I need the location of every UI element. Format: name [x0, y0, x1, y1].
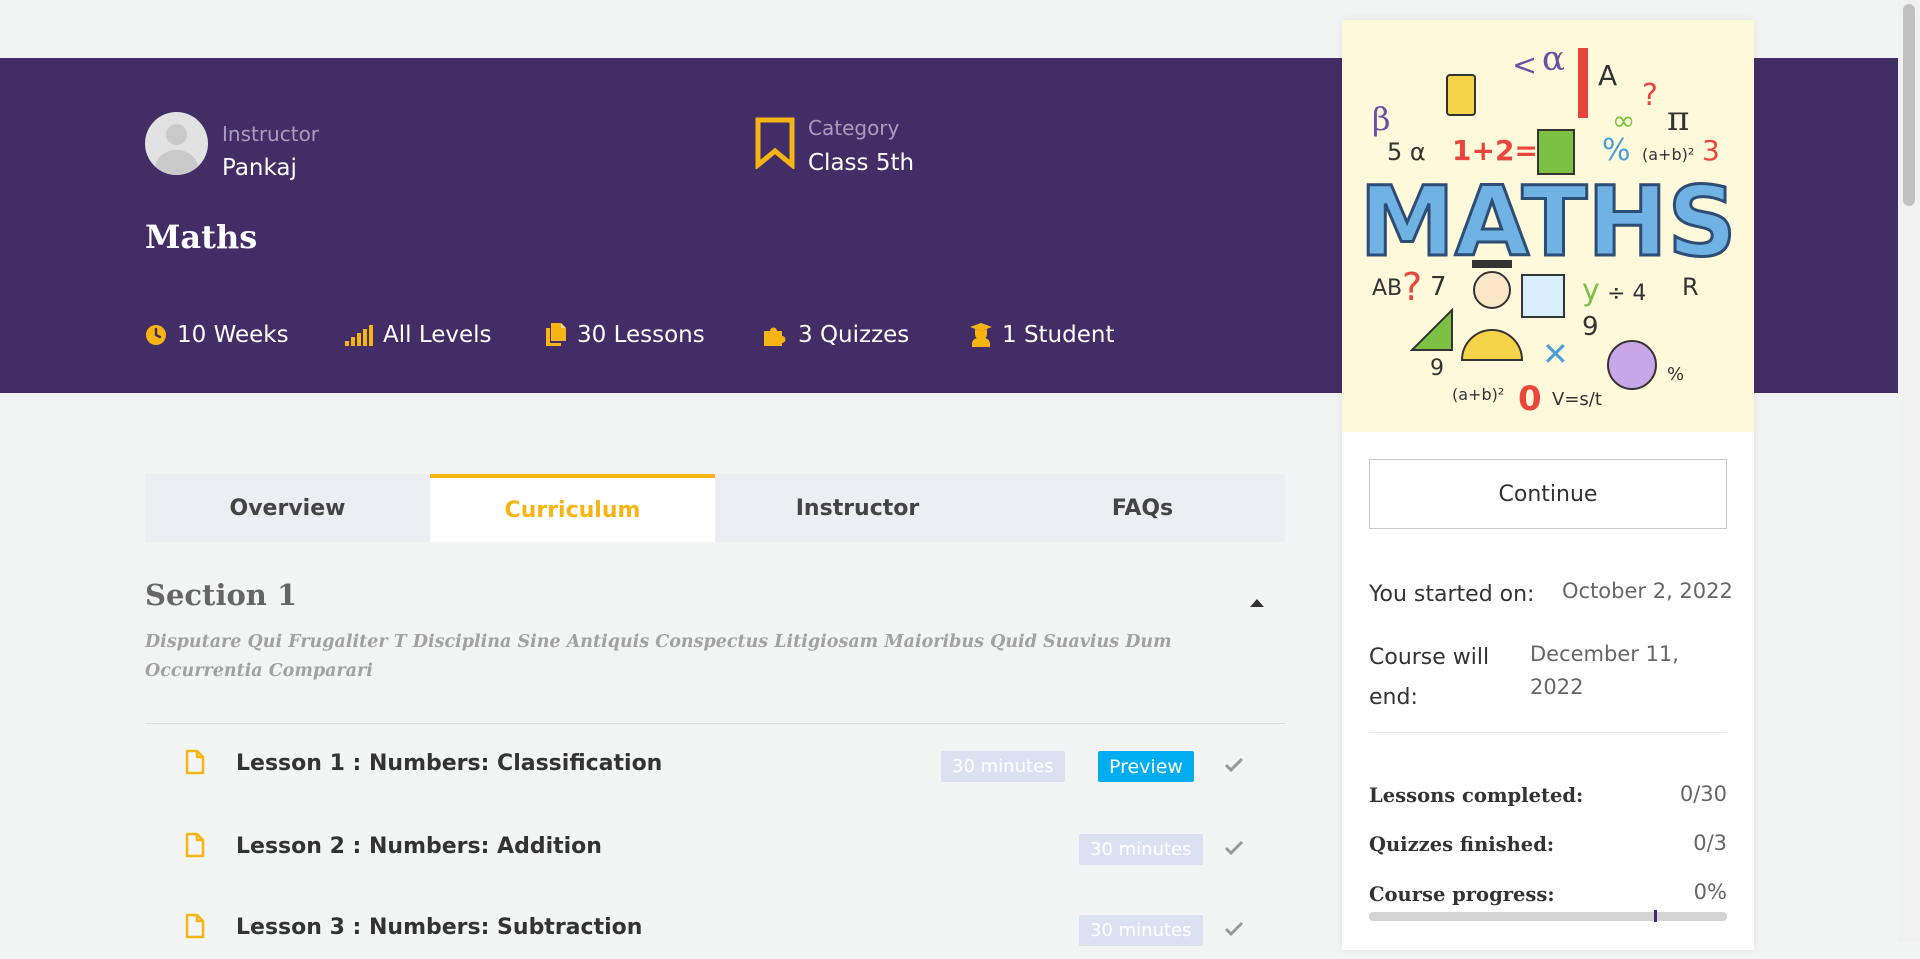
- section-divider: [145, 723, 1285, 724]
- course-thumbnail: < α A ? π β ∞ 5 α 1+2= % (a+b)² 3 MATHS …: [1342, 20, 1754, 432]
- student-icon: [970, 323, 992, 347]
- started-date: October 2, 2022: [1562, 579, 1733, 603]
- lessons-completed-value: 0/30: [1679, 782, 1727, 806]
- svg-text:<: <: [1512, 48, 1537, 83]
- svg-text:✕: ✕: [1542, 335, 1569, 373]
- lesson-item[interactable]: Lesson 1 : Numbers: Classification 30 mi…: [145, 735, 1285, 795]
- puzzle-icon: [764, 327, 786, 346]
- category-value[interactable]: Class 5th: [808, 150, 914, 176]
- svg-text:0: 0: [1518, 379, 1542, 419]
- svg-text:%: %: [1602, 133, 1631, 168]
- document-icon: [185, 749, 205, 775]
- tab-instructor[interactable]: Instructor: [715, 474, 1000, 542]
- lesson-title[interactable]: Lesson 3 : Numbers: Subtraction: [236, 915, 642, 940]
- stat-level-text: All Levels: [383, 322, 492, 348]
- instructor-name[interactable]: Pankaj: [222, 155, 297, 181]
- svg-text:7: 7: [1430, 272, 1447, 302]
- preview-button[interactable]: Preview: [1098, 751, 1194, 782]
- files-icon: [546, 323, 566, 346]
- svg-text:?: ?: [1402, 265, 1422, 309]
- svg-text:AB: AB: [1372, 276, 1402, 301]
- quizzes-finished-label: Quizzes finished:: [1369, 833, 1555, 856]
- stat-level: All Levels: [345, 322, 492, 348]
- check-icon: [1224, 921, 1244, 937]
- thumbnail-title: MATHS: [1359, 166, 1736, 278]
- quizzes-finished-value: 0/3: [1693, 831, 1727, 855]
- tab-faqs[interactable]: FAQs: [1000, 474, 1285, 542]
- svg-text:y: y: [1582, 273, 1600, 308]
- lesson-duration-badge: 30 minutes: [1079, 834, 1203, 865]
- svg-text:(a+b)²: (a+b)²: [1452, 385, 1504, 404]
- instructor-label: Instructor: [222, 122, 320, 146]
- course-progress-label: Course progress:: [1369, 883, 1555, 906]
- document-icon: [185, 913, 205, 939]
- svg-text:?: ?: [1642, 78, 1658, 113]
- lesson-duration-badge: 30 minutes: [1079, 915, 1203, 946]
- scrollbar-thumb[interactable]: [1903, 4, 1915, 206]
- instructor-avatar[interactable]: [145, 112, 208, 175]
- course-progress-value: 0%: [1693, 880, 1727, 904]
- avatar-head-shape: [166, 124, 187, 145]
- lesson-title[interactable]: Lesson 1 : Numbers: Classification: [236, 751, 662, 776]
- lesson-item[interactable]: Lesson 2 : Numbers: Addition 30 minutes: [145, 818, 1285, 878]
- course-title: Maths: [145, 218, 258, 256]
- svg-text:÷ 4: ÷ 4: [1607, 281, 1646, 306]
- continue-button[interactable]: Continue: [1369, 459, 1727, 529]
- bookmark-icon: [755, 117, 795, 169]
- lesson-duration-badge: 30 minutes: [941, 751, 1065, 782]
- stat-duration: 10 Weeks: [145, 322, 289, 348]
- svg-text:5 α: 5 α: [1387, 138, 1426, 166]
- svg-text:α: α: [1542, 39, 1565, 79]
- avatar-body-shape: [155, 150, 198, 175]
- section-collapse-icon[interactable]: [1250, 599, 1264, 607]
- svg-text:3: 3: [1702, 134, 1720, 167]
- signal-bars-icon: [345, 325, 373, 346]
- progress-passing-marker: [1654, 910, 1657, 922]
- page-scrollbar[interactable]: [1898, 0, 1920, 942]
- svg-text:%: %: [1667, 364, 1684, 385]
- section-description: Disputare Qui Frugaliter T Disciplina Si…: [145, 632, 1172, 681]
- stat-students-text: 1 Student: [1002, 322, 1115, 348]
- stat-lessons: 30 Lessons: [545, 322, 705, 348]
- svg-text:1+2=: 1+2=: [1452, 134, 1538, 167]
- document-icon: [185, 832, 205, 858]
- tab-overview[interactable]: Overview: [145, 474, 430, 542]
- check-icon: [1224, 757, 1244, 773]
- end-date-line-1: December 11,: [1530, 642, 1679, 666]
- sidebar-divider: [1369, 732, 1727, 733]
- lessons-completed-label: Lessons completed:: [1369, 784, 1584, 807]
- started-label: You started on:: [1369, 582, 1535, 607]
- stat-quizzes-text: 3 Quizzes: [798, 322, 910, 348]
- svg-text:V=s/t: V=s/t: [1552, 389, 1602, 410]
- stat-quizzes: 3 Quizzes: [762, 322, 909, 348]
- end-label-line-2: end:: [1369, 685, 1418, 710]
- svg-text:β: β: [1372, 100, 1391, 138]
- tab-curriculum[interactable]: Curriculum: [430, 474, 715, 542]
- maths-illustration: < α A ? π β ∞ 5 α 1+2= % (a+b)² 3 MATHS …: [1342, 20, 1754, 432]
- lesson-title[interactable]: Lesson 2 : Numbers: Addition: [236, 834, 602, 859]
- lesson-item[interactable]: Lesson 3 : Numbers: Subtraction 30 minut…: [145, 899, 1285, 959]
- stat-duration-text: 10 Weeks: [177, 322, 289, 348]
- course-tabs: Overview Curriculum Instructor FAQs: [145, 474, 1285, 542]
- section-title[interactable]: Section 1: [145, 578, 297, 612]
- svg-text:(a+b)²: (a+b)²: [1642, 145, 1694, 164]
- category-label: Category: [808, 116, 900, 140]
- svg-text:9: 9: [1430, 356, 1444, 381]
- check-icon: [1224, 840, 1244, 856]
- stat-lessons-text: 30 Lessons: [577, 322, 705, 348]
- svg-text:A: A: [1598, 59, 1617, 92]
- svg-text:R: R: [1682, 273, 1699, 301]
- course-sidebar-card: < α A ? π β ∞ 5 α 1+2= % (a+b)² 3 MATHS …: [1342, 20, 1754, 950]
- clock-icon: [146, 325, 166, 345]
- svg-text:9: 9: [1582, 312, 1599, 342]
- course-progress-bar: [1369, 910, 1727, 922]
- svg-text:π: π: [1667, 99, 1689, 139]
- end-label-line-1: Course will: [1369, 645, 1490, 670]
- end-date-line-2: 2022: [1530, 675, 1584, 699]
- stat-students: 1 Student: [970, 322, 1114, 348]
